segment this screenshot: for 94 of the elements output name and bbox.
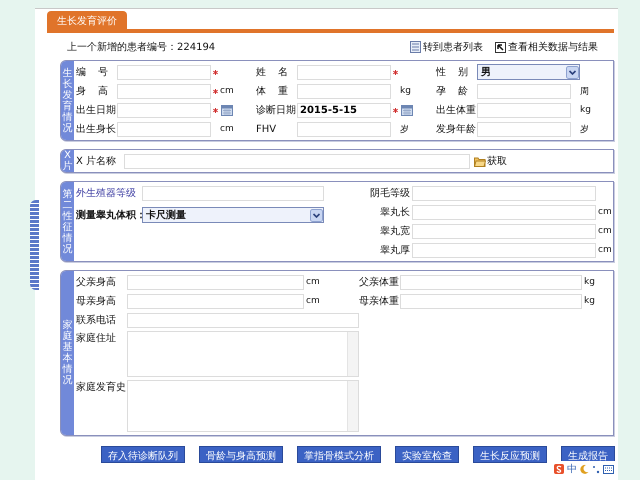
input-field[interactable] [124, 154, 470, 168]
input-field[interactable] [142, 186, 324, 200]
input-field[interactable] [117, 122, 211, 136]
input-field[interactable] [412, 204, 596, 220]
keyboard-icon [603, 464, 614, 474]
info-text: 上一个新增的患者编号：224194 [67, 40, 216, 54]
section-title: 家庭基本情况 [62, 320, 72, 386]
field-label: 发身年龄 [436, 122, 477, 136]
field-label: 性别 [436, 66, 468, 79]
field-label: 母亲身高 [76, 294, 117, 308]
scrollbar-icon [347, 332, 358, 376]
field-label: 父亲身高 [76, 276, 117, 289]
field-label: 测量睾丸体积： [76, 208, 142, 222]
input-field[interactable] [117, 84, 211, 98]
unit-label: cm [306, 277, 320, 287]
input-field[interactable]: 2015-5-15 [297, 102, 391, 118]
field-label: X 片名称 [76, 154, 118, 168]
input-field[interactable] [477, 102, 571, 118]
scrollbar-icon [347, 381, 358, 431]
unit-label: 周 [580, 86, 589, 98]
field-label: 阴毛等级 [369, 186, 410, 200]
field-label: 外生殖器等级 [76, 186, 137, 200]
unit-label: cm [220, 124, 234, 134]
field-label: 体重 [256, 84, 288, 98]
punctuation-icon [592, 464, 600, 474]
section-title: 第二性征情况 [62, 188, 72, 254]
folder-icon [474, 156, 486, 166]
logo-icon [554, 464, 564, 474]
dropdown[interactable]: 卡尺测量 [142, 207, 324, 223]
input-field[interactable] [297, 84, 391, 98]
unit-label: kg [584, 296, 595, 306]
unit-label: cm [220, 86, 234, 96]
section-title: 生长发育情况 [62, 68, 72, 134]
link[interactable]: 转到患者列表 [423, 40, 483, 54]
collapse-handle[interactable] [30, 200, 39, 290]
unit-label: cm [598, 207, 612, 217]
field-label: FHV [256, 124, 278, 134]
input-field[interactable] [477, 122, 571, 136]
field-label: 出生体重 [436, 104, 477, 117]
field-label: 姓名 [256, 66, 288, 79]
input-field[interactable] [412, 224, 596, 238]
input-field[interactable] [127, 294, 304, 308]
input-field[interactable] [127, 274, 304, 290]
field-label: 联系电话 [76, 314, 117, 327]
field-label: 睾丸长 [379, 206, 410, 219]
input-field[interactable] [117, 102, 211, 118]
unit-label: cm [306, 296, 320, 306]
action-button[interactable]: 掌指骨模式分析 [297, 446, 381, 463]
text-area[interactable] [127, 331, 359, 377]
calendar-icon [221, 104, 233, 116]
fetch-button[interactable]: 获取 [474, 154, 507, 168]
action-button[interactable]: 生长反应预测 [473, 446, 547, 463]
dropdown[interactable]: 男 [477, 64, 580, 80]
caret-icon [310, 208, 323, 222]
input-field[interactable] [412, 186, 596, 200]
action-button[interactable]: 骨龄与身高预测 [199, 446, 283, 463]
unit-label: kg [584, 277, 595, 287]
field-label: 出生日期 [76, 104, 117, 117]
field-label: 编号 [76, 66, 108, 79]
input-field[interactable] [297, 64, 391, 80]
section-title: X片 [62, 150, 72, 172]
text-area[interactable] [127, 380, 359, 432]
action-button[interactable]: 实验室检查 [395, 446, 459, 463]
input-field[interactable] [297, 122, 391, 136]
input-field[interactable] [400, 274, 582, 290]
field-label: 身高 [76, 84, 108, 98]
caret-icon [566, 66, 579, 78]
field-label: 孕龄 [436, 84, 468, 98]
input-field[interactable] [477, 84, 571, 98]
list-icon [410, 41, 421, 53]
input-field[interactable] [400, 294, 582, 308]
unit-label: kg [400, 86, 411, 96]
unit-label: cm [598, 226, 612, 236]
field-label: 母亲体重 [359, 294, 400, 308]
unit-label: cm [598, 245, 612, 255]
field-label: 出生身长 [76, 122, 117, 136]
moon-icon [580, 464, 589, 474]
unit-label: 岁 [400, 124, 409, 136]
unit-label: 岁 [580, 124, 589, 136]
field-label: 家庭发育史 [76, 380, 127, 394]
action-button[interactable]: 存入待诊断队列 [101, 446, 185, 463]
field-label: 睾丸宽 [379, 224, 410, 238]
field-label: 家庭住址 [76, 332, 117, 345]
field-label: 睾丸厚 [379, 244, 410, 257]
calendar-icon [401, 104, 413, 116]
field-label: 父亲体重 [359, 276, 400, 289]
input-field[interactable] [412, 242, 596, 258]
field-label: 诊断日期 [256, 104, 297, 117]
ime-toolbar[interactable]: 中 [552, 461, 616, 477]
input-field[interactable] [127, 312, 359, 328]
link[interactable]: 查看相关数据与结果 [508, 40, 598, 54]
unit-label: kg [580, 105, 591, 115]
arrow-icon [495, 42, 506, 52]
input-field[interactable] [117, 64, 211, 80]
